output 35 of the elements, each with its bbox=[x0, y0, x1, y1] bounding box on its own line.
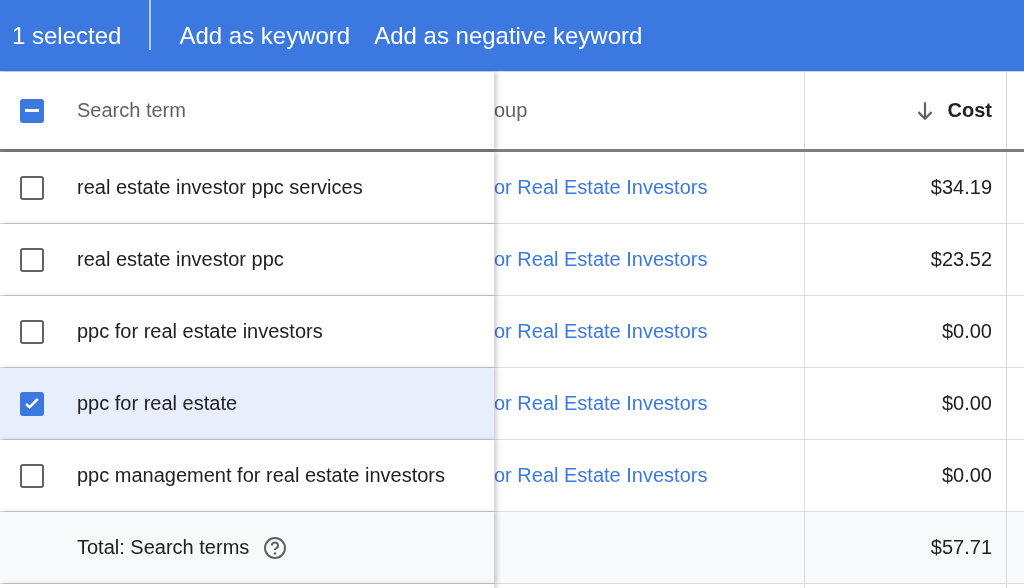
cost-cell: $23.52 bbox=[930, 248, 992, 271]
row-checkbox[interactable] bbox=[20, 463, 44, 488]
row-checkbox[interactable] bbox=[20, 175, 44, 200]
ad-group-link[interactable]: or Real Estate Investors bbox=[494, 392, 708, 415]
total-cost-cell: $57.71 bbox=[930, 536, 992, 559]
ad-group-link[interactable]: or Real Estate Investors bbox=[494, 320, 708, 343]
cost-cell: $0.00 bbox=[941, 392, 992, 415]
column-header[interactable]: oup bbox=[494, 99, 528, 122]
total-label: Total: Search terms bbox=[77, 536, 250, 559]
search-term-cell: ppc for real estate bbox=[77, 392, 238, 415]
cost-cell: $0.00 bbox=[941, 464, 992, 487]
search-term-cell: ppc for real estate investors bbox=[77, 320, 323, 343]
action-button[interactable]: Add as keyword bbox=[167, 21, 363, 50]
column-header[interactable]: Cost bbox=[947, 99, 992, 122]
search-term-cell: ppc management for real estate investors bbox=[77, 464, 445, 487]
frozen-column-cell[interactable]: ppc management for real estate investors bbox=[0, 440, 494, 511]
search-term-cell: real estate investor ppc bbox=[77, 248, 284, 271]
help-icon[interactable] bbox=[263, 535, 288, 560]
frozen-column-cell[interactable]: ppc for real estate investors bbox=[0, 296, 494, 367]
frozen-column-cell[interactable]: real estate investor ppc services bbox=[0, 152, 494, 223]
select-all-checkbox[interactable] bbox=[20, 98, 44, 123]
ad-group-link[interactable]: or Real Estate Investors bbox=[494, 464, 708, 487]
frozen-column-cell[interactable]: real estate investor ppc bbox=[0, 224, 494, 295]
ad-group-link[interactable]: or Real Estate Investors bbox=[494, 248, 708, 271]
action-button[interactable]: Add as negative keyword bbox=[362, 21, 655, 50]
cost-cell: $34.19 bbox=[930, 176, 992, 199]
ad-group-link[interactable]: or Real Estate Investors bbox=[494, 176, 708, 199]
search-term-cell: real estate investor ppc services bbox=[77, 176, 363, 199]
frozen-column-cell[interactable]: ppc for real estate bbox=[0, 368, 494, 439]
cost-cell: $0.00 bbox=[941, 320, 992, 343]
row-checkbox[interactable] bbox=[20, 319, 44, 344]
row-checkbox[interactable] bbox=[20, 247, 44, 272]
column-header[interactable]: Search term bbox=[77, 99, 186, 122]
row-checkbox[interactable] bbox=[20, 391, 44, 416]
selection-count: 1 selected bbox=[11, 21, 123, 50]
